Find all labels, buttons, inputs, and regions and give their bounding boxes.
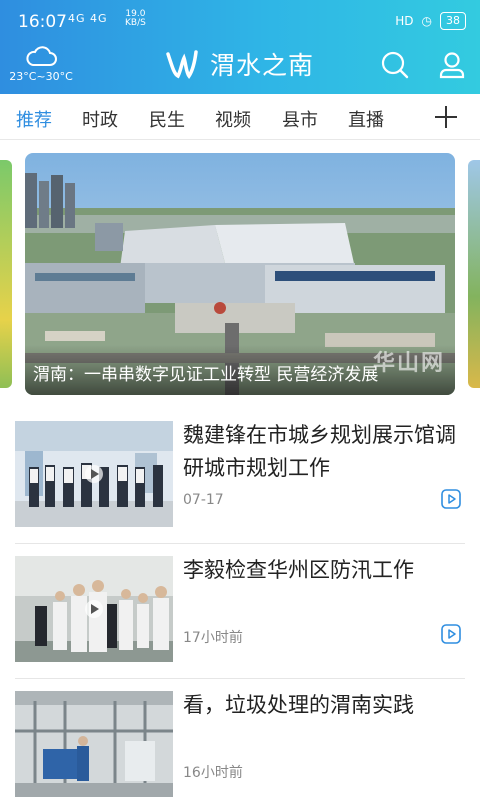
status-time: 16:07 — [18, 12, 67, 32]
battery-indicator: 38 — [440, 12, 466, 30]
news-item[interactable]: 看，垃圾处理的渭南实践 16小时前 — [15, 679, 465, 800]
signal-indicator: 4G 4G — [68, 12, 108, 25]
tab-video[interactable]: 视频 — [215, 106, 251, 132]
news-time: 17小时前 — [183, 630, 243, 646]
weather-widget[interactable]: 23°C~30°C — [6, 44, 76, 83]
search-icon[interactable] — [380, 50, 410, 80]
featured-slide[interactable]: 渭南：一串串数字见证工业转型 民营经济发展 华山网 — [25, 153, 455, 395]
news-title: 李毅检查华州区防汛工作 — [183, 558, 414, 582]
tab-recommend[interactable]: 推荐 — [16, 106, 52, 132]
tab-counties[interactable]: 县市 — [282, 106, 318, 132]
news-time: 07-17 — [183, 492, 224, 508]
news-item[interactable]: 魏建锋在市城乡规划展示馆调研城市规划工作 07-17 — [15, 409, 465, 544]
next-slide-preview[interactable] — [468, 160, 480, 388]
news-thumbnail — [15, 556, 173, 662]
user-icon[interactable] — [437, 50, 467, 80]
prev-slide-preview[interactable] — [0, 160, 12, 388]
featured-carousel[interactable]: 渭南：一串串数字见证工业转型 民营经济发展 华山网 — [0, 140, 480, 408]
news-thumbnail — [15, 691, 173, 797]
news-thumbnail — [15, 421, 173, 527]
video-play-icon[interactable] — [441, 624, 461, 644]
hd-icon: HD — [395, 14, 414, 28]
news-title: 看，垃圾处理的渭南实践 — [183, 693, 414, 717]
add-tab-icon[interactable] — [433, 104, 459, 130]
news-title: 魏建锋在市城乡规划展示馆调研城市规划工作 — [183, 423, 456, 480]
status-bar: 16:07 4G 4G 19.0 KB/S HD ◷ 38 — [0, 0, 480, 48]
category-tabs: 推荐 时政 民生 视频 县市 直播 — [0, 94, 480, 140]
tab-live[interactable]: 直播 — [348, 106, 384, 132]
net-speed: 19.0 KB/S — [125, 9, 146, 28]
tab-livelihood[interactable]: 民生 — [149, 106, 185, 132]
weather-temp: 23°C~30°C — [9, 70, 73, 83]
news-time: 16小时前 — [183, 765, 243, 781]
app-header: 16:07 4G 4G 19.0 KB/S HD ◷ 38 23°C~30°C … — [0, 0, 480, 94]
watermark: 华山网 — [372, 351, 445, 376]
tab-politics[interactable]: 时政 — [82, 106, 118, 132]
video-play-icon[interactable] — [441, 489, 461, 509]
app-title: 渭水之南 — [210, 51, 315, 80]
news-item[interactable]: 李毅检查华州区防汛工作 17小时前 — [15, 544, 465, 679]
cloud-icon — [26, 46, 57, 66]
slide-caption-text: 渭南：一串串数字见证工业转型 民营经济发展 — [33, 365, 379, 385]
status-icons: HD ◷ 38 — [395, 12, 466, 30]
alarm-icon: ◷ — [421, 14, 432, 28]
app-logo — [166, 50, 198, 80]
app-brand: 渭水之南 — [164, 46, 314, 82]
